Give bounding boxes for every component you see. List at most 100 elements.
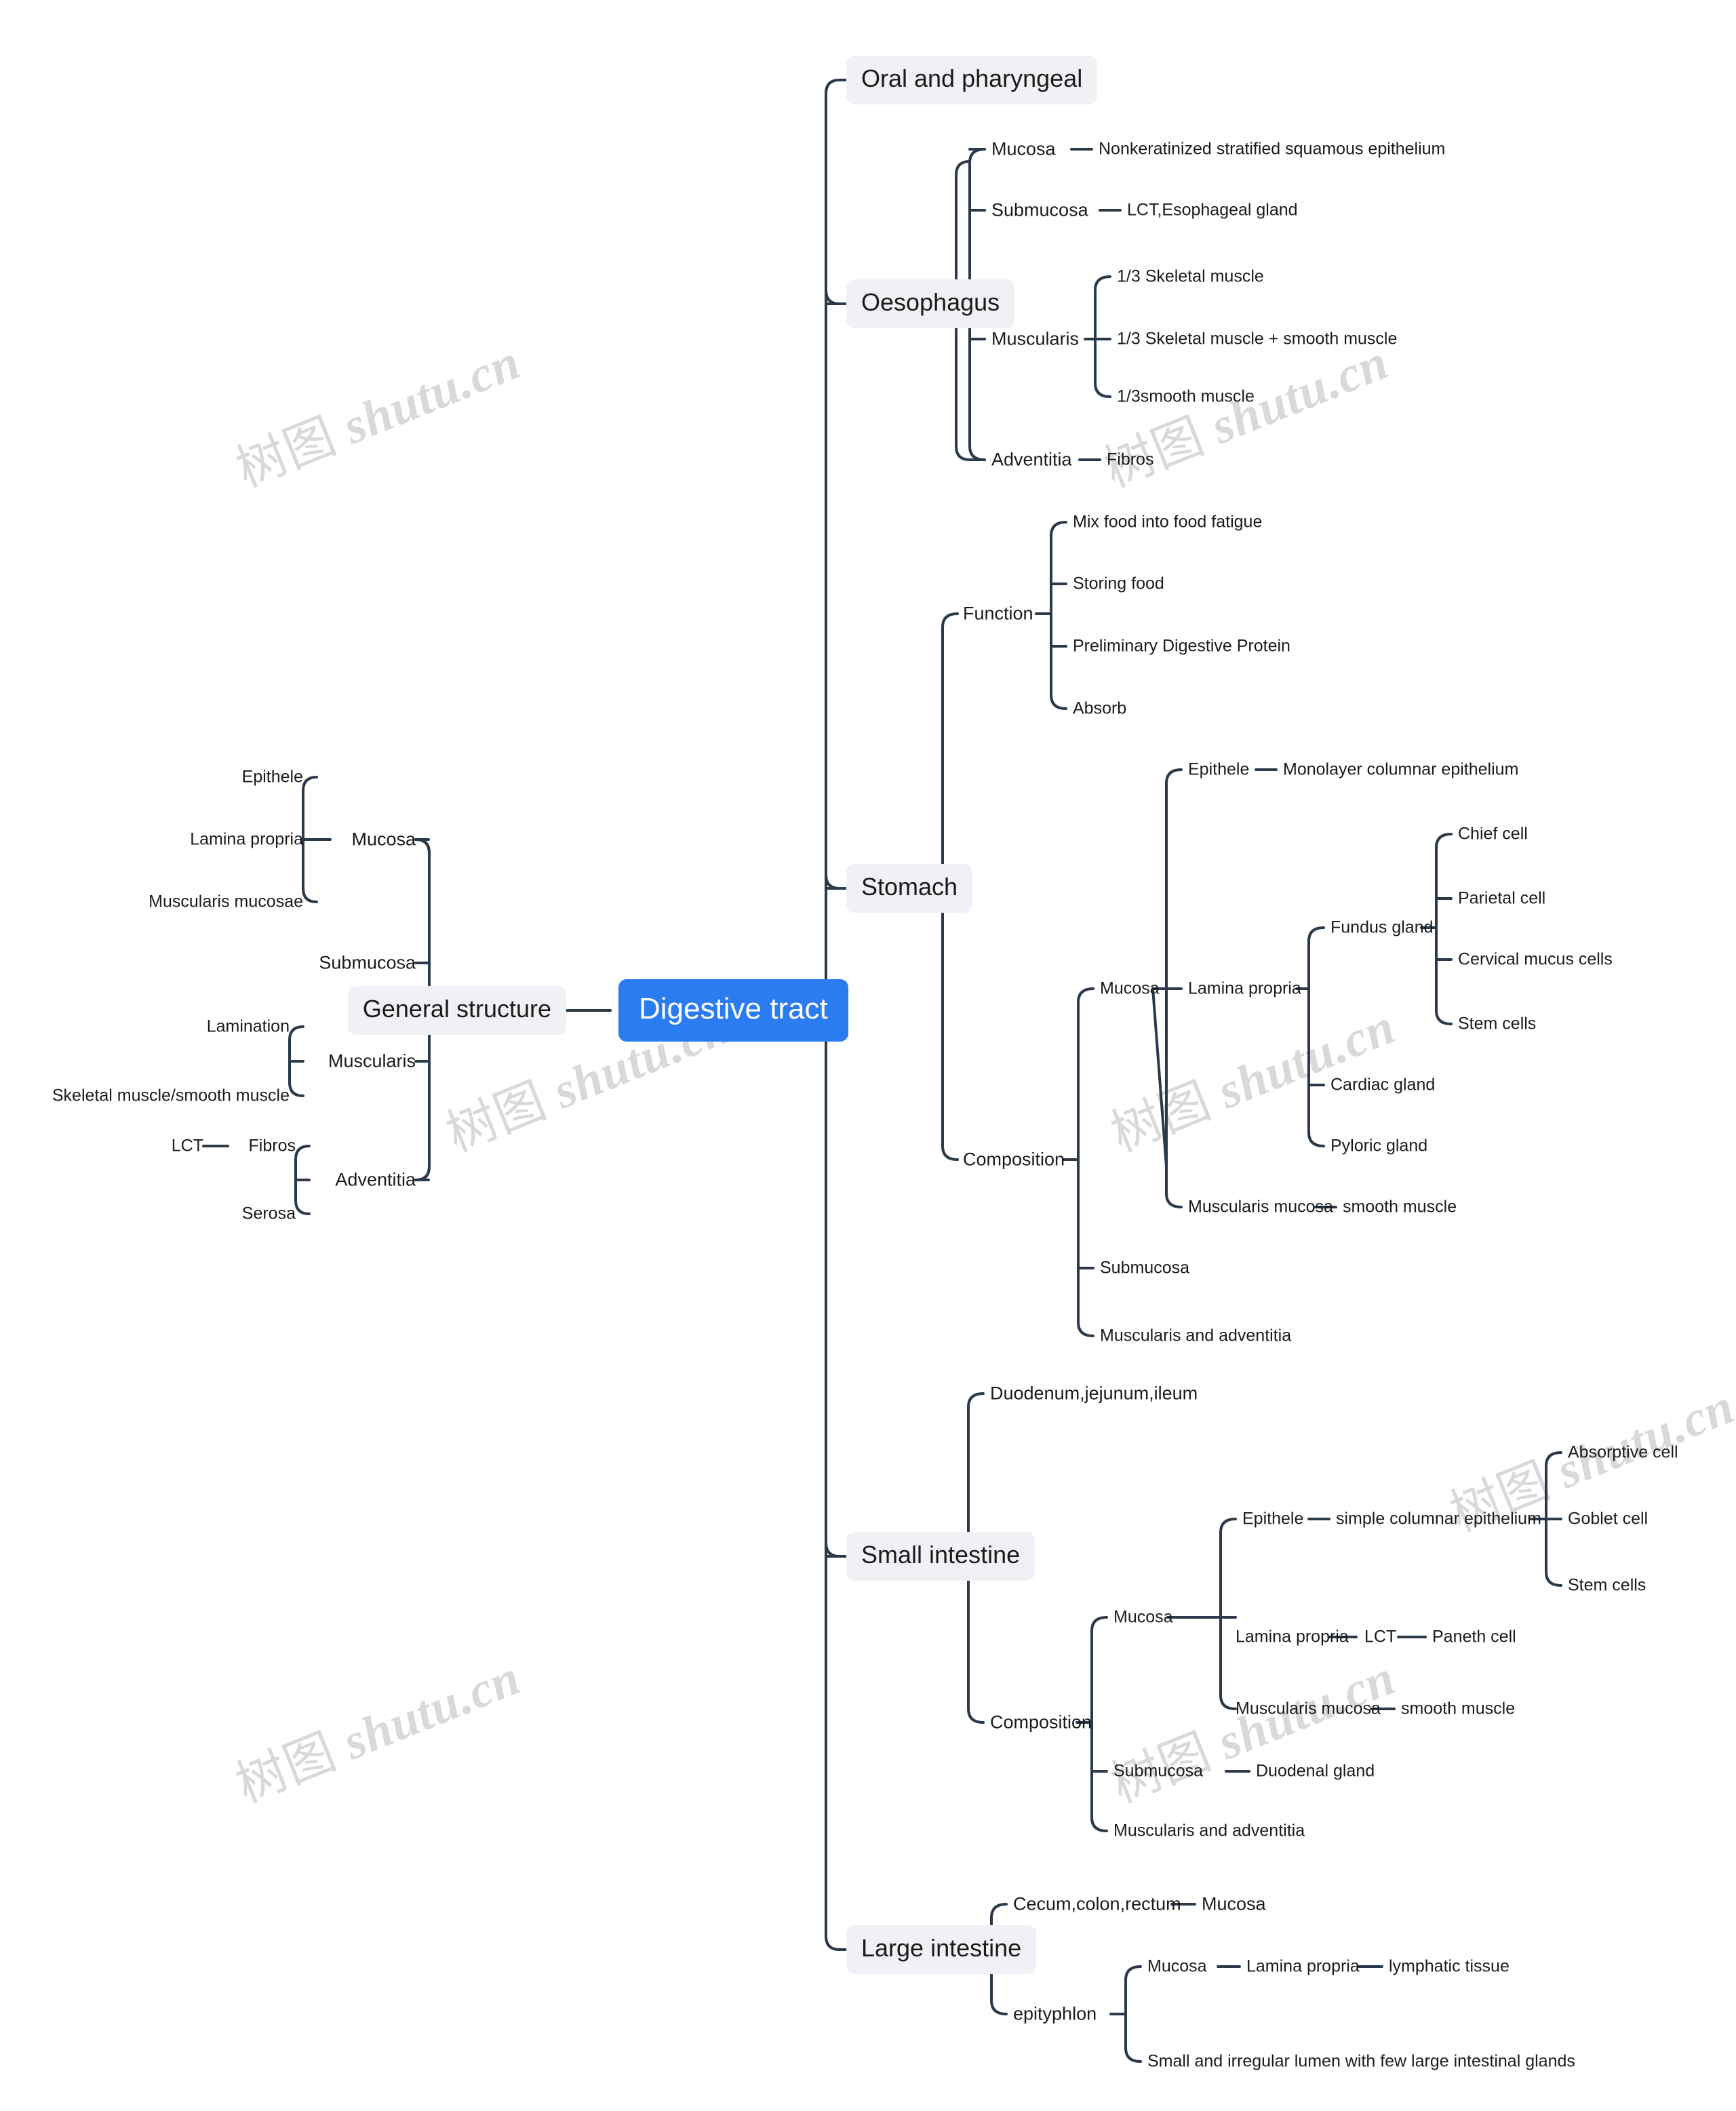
node-gs-epithele[interactable]: Epithele (242, 768, 303, 786)
node-gs-mucosa[interactable]: Mucosa (351, 830, 416, 849)
node-stomach-cervical-mucus-cells-label: Cervical mucus cells (1458, 949, 1613, 969)
branch-oesophagus[interactable]: Oesophagus (846, 279, 1015, 328)
node-li-epityphlon[interactable]: epityphlon (1013, 2005, 1097, 2024)
node-li-mucosa[interactable]: Mucosa (1147, 1958, 1207, 1975)
branch-small-intestine[interactable]: Small intestine (846, 1532, 1035, 1581)
branch-general-structure-label: General structure (362, 995, 551, 1023)
node-gs-muscularis-mucosae[interactable]: Muscularis mucosae (149, 892, 303, 911)
node-stomach-chief-cell[interactable]: Chief cell (1458, 825, 1528, 843)
branch-small-intestine-label: Small intestine (861, 1541, 1021, 1569)
node-si-lct[interactable]: LCT (1364, 1628, 1396, 1646)
node-gs-lamination[interactable]: Lamination (206, 1017, 290, 1036)
node-si-paneth-cell[interactable]: Paneth cell (1432, 1627, 1516, 1646)
node-si-muscularis-mucosa-label: Muscularis mucosa (1236, 1699, 1381, 1718)
node-stomach-function-absorb[interactable]: Absorb (1073, 700, 1126, 717)
node-gs-adventitia[interactable]: Adventitia (335, 1170, 416, 1189)
node-li-lamina-propria-label: Lamina propria (1246, 1956, 1360, 1976)
branch-stomach-label: Stomach (861, 873, 958, 901)
node-oes-adventitia-detail[interactable]: Fibros (1107, 451, 1153, 469)
node-oes-adventitia[interactable]: Adventitia (991, 450, 1072, 469)
node-si-composition[interactable]: Composition (990, 1712, 1092, 1733)
node-stomach-epithele-detail[interactable]: Monolayer columnar epithelium (1283, 761, 1518, 778)
node-stomach-pyloric-gland-label: Pyloric gland (1330, 1136, 1428, 1156)
node-stomach-muscularis-mucosa-label: Muscularis mucosa (1188, 1197, 1333, 1217)
branch-large-intestine[interactable]: Large intestine (846, 1925, 1037, 1974)
node-stomach-function[interactable]: Function (963, 603, 1033, 624)
node-stomach-fundus-gland[interactable]: Fundus gland (1330, 919, 1434, 936)
node-oes-muscularis-third-3[interactable]: 1/3smooth muscle (1117, 388, 1255, 406)
branch-oral-and-pharyngeal[interactable]: Oral and pharyngeal (846, 56, 1098, 104)
node-stomach-function-label: Function (963, 603, 1033, 624)
node-gs-lamina-propria[interactable]: Lamina propria (190, 831, 303, 848)
node-stomach-function-digestive-protein[interactable]: Preliminary Digestive Protein (1073, 637, 1290, 655)
node-si-paneth-cell-label: Paneth cell (1432, 1627, 1516, 1646)
node-stomach-cardiac-gland[interactable]: Cardiac gland (1330, 1076, 1435, 1094)
node-li-cecum-colon-rectum-detail[interactable]: Mucosa (1202, 1895, 1266, 1914)
node-stomach-stem-cells[interactable]: Stem cells (1458, 1015, 1536, 1033)
node-li-lamina-propria[interactable]: Lamina propria (1246, 1958, 1360, 1975)
node-stomach-composition[interactable]: Composition (963, 1150, 1065, 1169)
node-gs-muscularis[interactable]: Muscularis (328, 1052, 416, 1071)
branch-stomach[interactable]: Stomach (846, 864, 973, 913)
node-li-small-irregular-lumen-label: Small and irregular lumen with few large… (1147, 2051, 1575, 2071)
node-oes-muscularis[interactable]: Muscularis (991, 330, 1079, 349)
node-gs-serosa[interactable]: Serosa (242, 1205, 296, 1223)
node-stomach-smooth-muscle[interactable]: smooth muscle (1343, 1198, 1457, 1216)
root-node[interactable]: Digestive tract (618, 979, 848, 1042)
node-gs-submucosa-label: Submucosa (319, 952, 416, 973)
node-stomach-cervical-mucus-cells[interactable]: Cervical mucus cells (1458, 951, 1613, 968)
node-si-muscularis-mucosa[interactable]: Muscularis mucosa (1236, 1699, 1381, 1718)
node-oes-mucosa-label: Mucosa (991, 138, 1056, 159)
node-stomach-lamina-propria[interactable]: Lamina propria (1188, 979, 1301, 998)
node-gs-lct[interactable]: LCT (172, 1137, 203, 1155)
node-gs-muscularis-mucosae-label: Muscularis mucosae (149, 892, 303, 911)
node-si-simple-columnar-epithelium[interactable]: simple columnar epithelium (1336, 1510, 1541, 1528)
node-oes-mucosa-detail-label: Nonkeratinized stratified squamous epith… (1099, 139, 1446, 159)
node-gs-fibros-label: Fibros (248, 1136, 296, 1156)
node-oes-muscularis-third-2[interactable]: 1/3 Skeletal muscle + smooth muscle (1117, 330, 1397, 348)
node-li-lymphatic-tissue[interactable]: lymphatic tissue (1389, 1958, 1510, 1975)
node-stomach-submucosa-label: Submucosa (1100, 1258, 1190, 1278)
node-si-submucosa[interactable]: Submucosa (1113, 1762, 1203, 1780)
node-stomach-submucosa[interactable]: Submucosa (1100, 1258, 1190, 1278)
node-li-cecum-colon-rectum-detail-label: Mucosa (1202, 1893, 1266, 1914)
node-stomach-function-storing-food[interactable]: Storing food (1073, 575, 1164, 593)
branch-oesophagus-label: Oesophagus (861, 288, 1000, 316)
node-stomach-mucosa[interactable]: Mucosa (1100, 980, 1160, 998)
node-si-duodenum-jejunum-ileum[interactable]: Duodenum,jejunum,ileum (990, 1384, 1198, 1403)
node-gs-skeletal-smooth-muscle[interactable]: Skeletal muscle/smooth muscle (52, 1087, 290, 1105)
node-oes-mucosa[interactable]: Mucosa (991, 140, 1056, 159)
node-si-absorptive-cell[interactable]: Absorptive cell (1568, 1444, 1678, 1461)
branch-oral-and-pharyngeal-label: Oral and pharyngeal (861, 64, 1083, 92)
node-li-lymphatic-tissue-label: lymphatic tissue (1389, 1956, 1510, 1976)
node-si-epithele[interactable]: Epithele (1242, 1510, 1303, 1528)
node-stomach-pyloric-gland[interactable]: Pyloric gland (1330, 1136, 1428, 1156)
node-stomach-muscularis-mucosa[interactable]: Muscularis mucosa (1188, 1197, 1333, 1217)
node-si-duodenal-gland[interactable]: Duodenal gland (1256, 1762, 1375, 1780)
node-gs-submucosa[interactable]: Submucosa (319, 952, 416, 973)
node-si-muscularis-and-adventitia-label: Muscularis and adventitia (1113, 1821, 1305, 1840)
node-gs-lamination-label: Lamination (206, 1017, 290, 1036)
node-stomach-muscularis-and-adventitia[interactable]: Muscularis and adventitia (1100, 1327, 1291, 1345)
branch-general-structure[interactable]: General structure (347, 986, 566, 1035)
node-si-mucosa[interactable]: Mucosa (1113, 1609, 1173, 1626)
node-oes-muscularis-third-1[interactable]: 1/3 Skeletal muscle (1117, 268, 1264, 285)
node-stomach-parietal-cell[interactable]: Parietal cell (1458, 890, 1545, 907)
node-si-goblet-cell[interactable]: Goblet cell (1568, 1510, 1648, 1528)
node-oes-mucosa-detail[interactable]: Nonkeratinized stratified squamous epith… (1099, 139, 1446, 159)
node-si-lamina-propria[interactable]: Lamina propria (1236, 1628, 1349, 1646)
node-stomach-lamina-propria-label: Lamina propria (1188, 979, 1301, 998)
node-stomach-function-mix-food[interactable]: Mix food into food fatigue (1073, 512, 1263, 532)
node-stomach-function-mix-food-label: Mix food into food fatigue (1073, 512, 1263, 532)
node-oes-submucosa-detail[interactable]: LCT,Esophageal gland (1127, 201, 1298, 219)
node-si-composition-label: Composition (990, 1712, 1092, 1733)
node-stomach-epithele[interactable]: Epithele (1188, 759, 1250, 779)
node-si-stem-cells[interactable]: Stem cells (1568, 1577, 1646, 1594)
node-gs-fibros[interactable]: Fibros (248, 1136, 296, 1156)
node-si-muscularis-and-adventitia[interactable]: Muscularis and adventitia (1113, 1821, 1305, 1840)
node-li-cecum-colon-rectum[interactable]: Cecum,colon,rectum (1013, 1895, 1181, 1914)
node-oes-submucosa[interactable]: Submucosa (991, 201, 1088, 220)
node-stomach-epithele-label: Epithele (1188, 759, 1250, 779)
node-si-smooth-muscle[interactable]: smooth muscle (1401, 1700, 1515, 1718)
node-li-small-irregular-lumen[interactable]: Small and irregular lumen with few large… (1147, 2053, 1575, 2070)
